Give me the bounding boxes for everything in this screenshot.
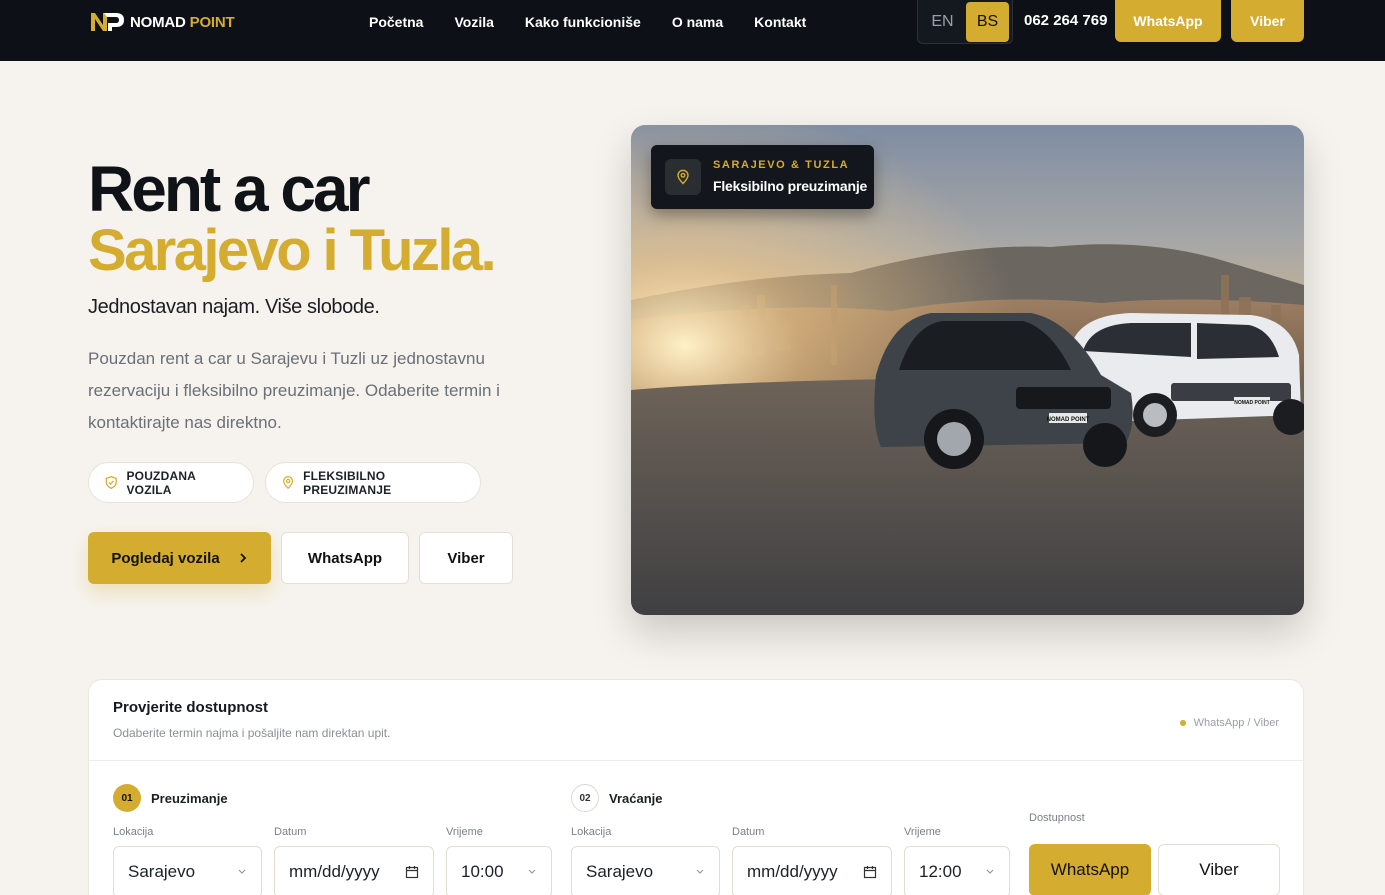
badge-kicker: SARAJEVO & TUZLA xyxy=(713,159,850,171)
pickup-time-label: Vrijeme xyxy=(446,826,483,838)
hero-viber-button[interactable]: Viber xyxy=(419,532,513,584)
return-time-label: Vrijeme xyxy=(904,826,941,838)
availability-card-header: Provjerite dostupnost Odaberite termin n… xyxy=(89,680,1303,761)
pickup-step: 01 Preuzimanje xyxy=(113,784,228,812)
availability-viber-button[interactable]: Viber xyxy=(1158,844,1280,895)
nav-kontakt[interactable]: Kontakt xyxy=(754,13,806,31)
chevron-down-icon xyxy=(986,869,994,874)
step-label: Vraćanje xyxy=(609,790,663,806)
white-car-plate: NOMAD POINT xyxy=(1234,400,1270,406)
availability-label: Dostupnost xyxy=(1029,812,1085,824)
availability-card: Provjerite dostupnost Odaberite termin n… xyxy=(88,679,1304,895)
feature-pill-label: POUZDANA VOZILA xyxy=(126,468,196,497)
logo-text: NOMAD POINT xyxy=(130,13,235,31)
step-number: 02 xyxy=(571,784,599,812)
pickup-time-select[interactable]: 10:00 xyxy=(446,846,552,895)
chevron-down-icon xyxy=(238,869,246,874)
return-time-select[interactable]: 12:00 xyxy=(904,846,1010,895)
availability-whatsapp-button[interactable]: WhatsApp xyxy=(1029,844,1151,895)
nav-kako-funkcionise[interactable]: Kako funkcioniše xyxy=(525,13,641,31)
language-switcher: EN BS xyxy=(917,0,1013,44)
top-navbar: NOMAD POINT Početna Vozila Kako funkcion… xyxy=(0,0,1385,61)
hero-title: Rent a car xyxy=(88,153,370,225)
feature-pill-flexible: FLEKSIBILNO PREUZIMANJE xyxy=(265,462,481,503)
badge-text: Fleksibilno preuzimanje xyxy=(713,178,868,194)
calendar-icon[interactable] xyxy=(405,865,419,879)
hero-description: Pouzdan rent a car u Sarajevu i Tuzli uz… xyxy=(88,349,500,432)
view-vehicles-label: Pogledaj vozila xyxy=(111,549,220,567)
hero-tagline: Jednostavan najam. Više slobode. xyxy=(88,296,380,318)
feature-pill-reliable: POUZDANA VOZILA xyxy=(88,462,254,503)
pickup-location-select[interactable]: Sarajevo xyxy=(113,846,262,895)
lang-en-button[interactable]: EN xyxy=(921,2,964,42)
availability-subtitle: Odaberite termin najma i pošaljite nam d… xyxy=(113,726,391,740)
step-number: 01 xyxy=(113,784,141,812)
phone-number[interactable]: 062 264 769 xyxy=(1024,12,1107,29)
return-step: 02 Vraćanje xyxy=(571,784,663,812)
status-dot-icon xyxy=(1179,720,1186,726)
contact-channels-note: WhatsApp / Viber xyxy=(1179,717,1279,729)
logo-mark-icon xyxy=(91,13,124,31)
header-viber-button[interactable]: Viber xyxy=(1231,0,1304,42)
map-pin-icon xyxy=(677,169,689,185)
main-nav: Početna Vozila Kako funkcioniše O nama K… xyxy=(369,13,837,31)
chevron-down-icon xyxy=(696,869,704,874)
hero-title-highlight: Sarajevo i Tuzla. xyxy=(88,218,497,283)
return-location-select[interactable]: Sarajevo xyxy=(571,846,720,895)
pickup-date-label: Datum xyxy=(274,826,307,838)
lang-bs-button[interactable]: BS xyxy=(966,1,1009,42)
return-date-input[interactable]: mm/dd/yyyy xyxy=(732,846,892,895)
hero-whatsapp-button[interactable]: WhatsApp xyxy=(281,532,409,584)
calendar-icon[interactable] xyxy=(863,865,877,879)
logo[interactable]: NOMAD POINT xyxy=(90,10,235,34)
nav-vozila[interactable]: Vozila xyxy=(454,13,493,31)
chevron-down-icon xyxy=(528,869,536,874)
shield-check-icon xyxy=(105,475,117,490)
chevron-right-icon xyxy=(240,553,246,563)
return-location-label: Lokacija xyxy=(571,826,612,838)
map-pin-icon xyxy=(283,475,294,490)
nav-pocetna[interactable]: Početna xyxy=(369,13,423,31)
badge-icon-box xyxy=(665,159,701,195)
pickup-location-label: Lokacija xyxy=(113,826,154,838)
grey-car-plate: NOMAD POINT xyxy=(1047,417,1090,423)
step-label: Preuzimanje xyxy=(151,790,228,806)
location-badge: SARAJEVO & TUZLA Fleksibilno preuzimanje xyxy=(651,145,874,209)
return-date-label: Datum xyxy=(732,826,765,838)
nav-o-nama[interactable]: O nama xyxy=(672,13,723,31)
availability-title: Provjerite dostupnost xyxy=(113,699,269,716)
feature-pill-label: FLEKSIBILNO PREUZIMANJE xyxy=(303,468,392,497)
view-vehicles-button[interactable]: Pogledaj vozila xyxy=(88,532,271,584)
header-whatsapp-button[interactable]: WhatsApp xyxy=(1115,0,1221,42)
pickup-date-input[interactable]: mm/dd/yyyy xyxy=(274,846,434,895)
